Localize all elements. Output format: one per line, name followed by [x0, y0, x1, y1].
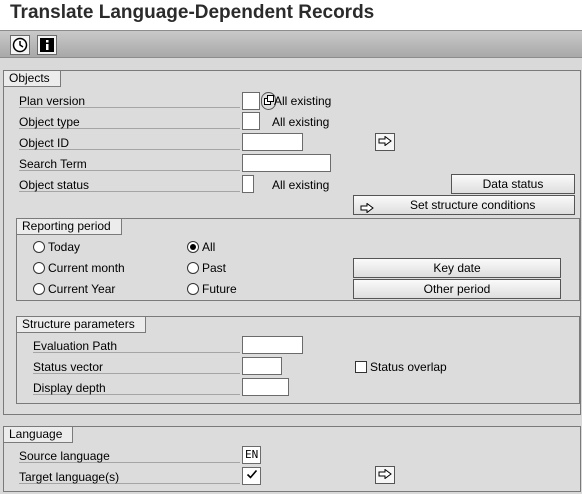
plan-version-note: All existing [274, 94, 332, 108]
search-help-icon [263, 94, 274, 108]
page-title: Translate Language-Dependent Records [10, 2, 375, 23]
radio-circle [33, 241, 45, 253]
status-overlap-label: Status overlap [370, 360, 447, 374]
status-vector-label: Status vector [33, 360, 240, 374]
set-structure-conditions-button[interactable]: Set structure conditions [353, 195, 575, 215]
plan-version-label: Plan version [19, 94, 240, 108]
plan-version-field[interactable] [242, 92, 260, 110]
radio-circle [33, 283, 45, 295]
status-vector-field[interactable] [242, 357, 282, 375]
radio-current-month-label: Current month [48, 261, 125, 275]
radio-current-year-label: Current Year [48, 282, 116, 296]
execute-button[interactable] [10, 35, 30, 55]
language-group-title: Language [4, 427, 74, 443]
display-depth-label: Display depth [33, 381, 240, 395]
target-languages-checkbox[interactable] [242, 467, 261, 485]
search-term-field[interactable] [242, 154, 331, 172]
radio-circle [187, 262, 199, 274]
radio-current-year[interactable]: Current Year [33, 282, 115, 296]
evaluation-path-field[interactable] [242, 336, 303, 354]
key-date-button[interactable]: Key date [353, 258, 561, 278]
object-type-label: Object type [19, 115, 240, 129]
information-button[interactable] [37, 35, 57, 55]
source-language-label: Source language [19, 449, 240, 463]
evaluation-path-label: Evaluation Path [33, 339, 240, 353]
target-languages-label: Target language(s) [19, 470, 240, 484]
arrow-right-icon [378, 468, 392, 482]
object-status-note: All existing [272, 178, 330, 192]
arrow-right-icon [378, 135, 392, 149]
object-type-note: All existing [272, 115, 330, 129]
object-id-field[interactable] [242, 133, 303, 151]
radio-current-month[interactable]: Current month [33, 261, 125, 275]
objects-group-title: Objects [4, 71, 61, 87]
radio-past[interactable]: Past [187, 261, 226, 275]
display-depth-field[interactable] [242, 378, 289, 396]
target-languages-multiple-selection-button[interactable] [375, 466, 395, 484]
radio-all-label: All [202, 240, 216, 254]
information-icon [39, 37, 55, 53]
radio-today-label: Today [48, 240, 81, 254]
radio-circle [33, 262, 45, 274]
data-status-button[interactable]: Data status [451, 174, 575, 194]
radio-past-label: Past [202, 261, 227, 275]
radio-future[interactable]: Future [187, 282, 237, 296]
title-bar: Translate Language-Dependent Records [0, 0, 582, 30]
search-term-label: Search Term [19, 157, 240, 171]
set-structure-conditions-label: Set structure conditions [410, 198, 536, 212]
object-id-multiple-selection-button[interactable] [375, 133, 395, 151]
object-status-label: Object status [19, 178, 240, 192]
source-language-field[interactable]: EN [242, 446, 261, 464]
checkbox-box [355, 361, 367, 373]
checkmark-icon [246, 468, 258, 484]
structure-parameters-group-title: Structure parameters [17, 317, 146, 333]
other-period-button[interactable]: Other period [353, 279, 561, 299]
reporting-period-group-title: Reporting period [17, 219, 122, 235]
status-overlap-checkbox[interactable]: Status overlap [355, 360, 447, 374]
radio-circle-selected [187, 241, 199, 253]
object-id-label: Object ID [19, 136, 240, 150]
radio-today[interactable]: Today [33, 240, 80, 254]
radio-circle [187, 283, 199, 295]
radio-all[interactable]: All [187, 240, 215, 254]
arrow-right-icon [360, 200, 374, 218]
application-toolbar [0, 30, 582, 58]
object-status-field[interactable] [242, 175, 254, 193]
radio-future-label: Future [202, 282, 237, 296]
execute-clock-icon [12, 37, 28, 53]
object-type-field[interactable] [242, 112, 260, 130]
